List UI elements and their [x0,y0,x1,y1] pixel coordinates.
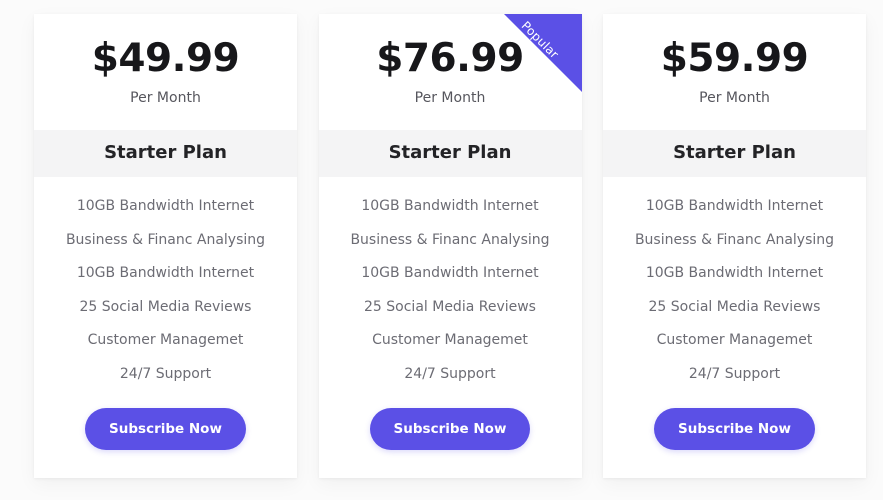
price-amount-2: $76.99 [376,35,524,81]
list-item: 25 Social Media Reviews [79,298,252,315]
price-period-3: Per Month [699,89,770,106]
list-item: 10GB Bandwidth Internet [645,265,824,282]
pricing-cards-row: $49.99 Per Month Starter Plan 10GB Bandw… [34,14,866,478]
price-period-2: Per Month [414,89,486,106]
plan-name-2: Starter Plan [388,142,512,164]
feature-list-3: 10GB Bandwidth Internet Business & Finan… [603,177,866,400]
list-item: 10GB Bandwidth Internet [76,198,255,215]
pricing-card-1: $49.99 Per Month Starter Plan 10GB Bandw… [34,14,297,478]
price-period-1: Per Month [130,89,201,106]
subscribe-button-1[interactable]: Subscribe Now [85,408,246,451]
subscribe-button-3[interactable]: Subscribe Now [654,408,815,451]
list-item: Business & Financ Analysing [350,231,550,248]
list-item: Business & Financ Analysing [634,231,835,248]
plan-name-band-1: Starter Plan [34,129,297,178]
list-item: Customer Managemet [87,332,244,349]
list-item: 10GB Bandwidth Internet [645,198,824,215]
cta-wrap-2: Subscribe Now [319,400,582,478]
plan-name-band-3: Starter Plan [603,129,866,178]
price-amount-1: $49.99 [91,35,240,81]
pricing-card-2: Popular $76.99 Per Month Starter Plan 10… [318,14,582,478]
price-header-1: $49.99 Per Month [34,14,297,130]
cta-wrap-1: Subscribe Now [34,400,297,478]
price-amount-3: $59.99 [660,35,809,81]
plan-name-band-2: Starter Plan [318,129,582,178]
list-item: 10GB Bandwidth Internet [361,198,539,215]
plan-name-1: Starter Plan [104,142,227,164]
cta-wrap-3: Subscribe Now [603,400,866,478]
plan-name-3: Starter Plan [673,142,796,164]
list-item: 25 Social Media Reviews [648,298,821,315]
list-item: Customer Managemet [656,332,813,349]
subscribe-button-2[interactable]: Subscribe Now [369,408,531,451]
list-item: Business & Financ Analysing [65,231,266,248]
list-item: Customer Managemet [372,332,528,349]
list-item: 25 Social Media Reviews [364,298,536,315]
list-item: 10GB Bandwidth Internet [76,265,255,282]
feature-list-2: 10GB Bandwidth Internet Business & Finan… [319,177,582,400]
price-header-3: $59.99 Per Month [603,14,866,130]
price-header-2: $76.99 Per Month [318,14,582,130]
list-item: 10GB Bandwidth Internet [361,265,539,282]
list-item: 24/7 Support [404,365,496,382]
list-item: 24/7 Support [119,365,212,382]
list-item: 24/7 Support [688,365,781,382]
pricing-table: $49.99 Per Month Starter Plan 10GB Bandw… [0,0,883,500]
pricing-card-3: $59.99 Per Month Starter Plan 10GB Bandw… [603,14,866,478]
feature-list-1: 10GB Bandwidth Internet Business & Finan… [34,177,297,400]
